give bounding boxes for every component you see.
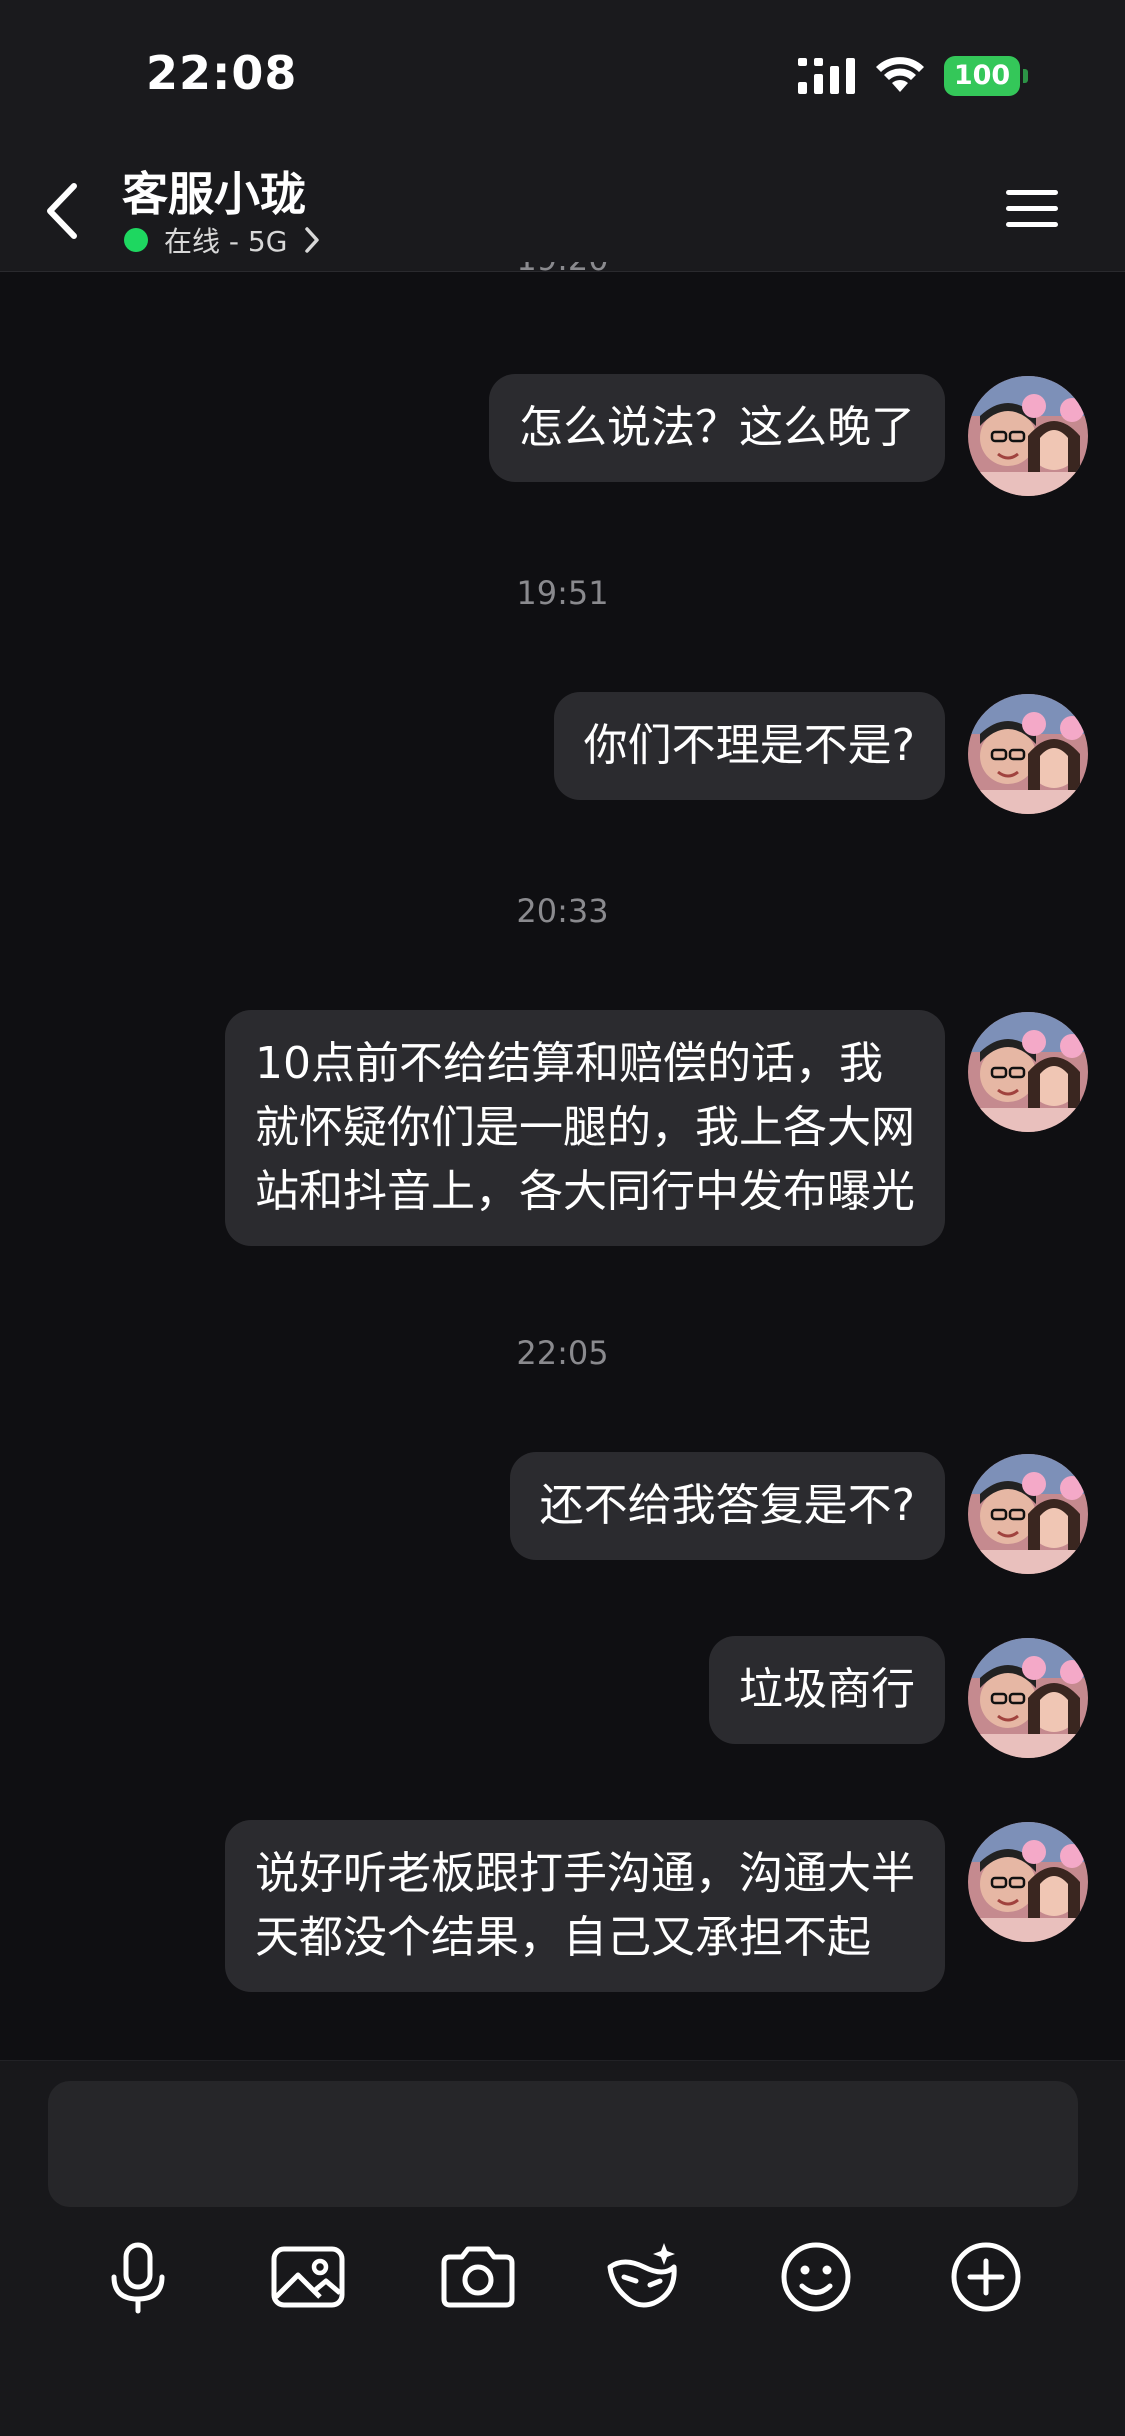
message-text-line: 就怀疑你们是一腿的，我上各大网 (255, 1102, 915, 1153)
battery-cap (1023, 69, 1028, 83)
ai-effects-button[interactable] (604, 2237, 684, 2317)
chat-header: 客服小珑 在线 - 5G (0, 150, 1125, 272)
emoji-icon (781, 2242, 851, 2312)
microphone-icon (111, 2242, 165, 2314)
avatar[interactable] (968, 694, 1088, 814)
camera-icon (441, 2246, 515, 2308)
avatar[interactable] (968, 1638, 1088, 1758)
contact-name[interactable]: 客服小珑 (122, 158, 306, 224)
avatar-image (968, 1012, 1088, 1132)
avatar[interactable] (968, 1454, 1088, 1574)
online-status-text: 在线 - 5G (164, 225, 288, 258)
avatar-image (968, 1454, 1088, 1574)
message-text-line: 天都没个结果，自己又承担不起 (255, 1912, 871, 1963)
message-bubble[interactable]: 说好听老板跟打手沟通，沟通大半 天都没个结果，自己又承担不起 (225, 1820, 945, 1992)
timestamp: 20:33 (516, 892, 609, 930)
avatar-image (968, 376, 1088, 496)
chat-screen: 22:08 100 客服小珑 在线 - 5G 怎么说法？这么晚了 19:51 你… (0, 0, 1125, 2436)
avatar[interactable] (968, 376, 1088, 496)
emoji-button[interactable] (776, 2237, 856, 2317)
image-icon (271, 2246, 345, 2308)
avatar[interactable] (968, 1822, 1088, 1942)
plus-icon (951, 2242, 1021, 2312)
more-button[interactable] (946, 2237, 1026, 2317)
message-text: 还不给我答复是不? (539, 1480, 915, 1531)
chevron-right-icon (305, 227, 320, 253)
timestamp-partial: 19:20 (0, 262, 1125, 292)
message-input[interactable] (48, 2081, 1078, 2207)
battery-indicator: 100 (944, 56, 1028, 96)
camera-button[interactable] (438, 2237, 518, 2317)
online-dot (124, 228, 148, 252)
message-bubble[interactable]: 怎么说法？这么晚了 (489, 374, 945, 482)
cellular-signal-icon (798, 58, 855, 94)
timestamp: 22:05 (516, 1334, 609, 1372)
avatar-image (968, 1638, 1088, 1758)
online-status[interactable]: 在线 - 5G (124, 222, 323, 258)
message-bubble[interactable]: 还不给我答复是不? (509, 1452, 945, 1560)
battery-level: 100 (953, 60, 1011, 91)
message-text-line: 站和抖音上，各大同行中发布曝光 (255, 1166, 915, 1217)
message-text: 怎么说法？这么晚了 (519, 402, 915, 453)
message-text-line: 10点前不给结算和赔偿的话，我 (255, 1038, 883, 1089)
timestamp: 19:51 (516, 574, 609, 612)
avatar-image (968, 1822, 1088, 1942)
avatar-image (968, 694, 1088, 814)
message-bubble[interactable]: 你们不理是不是? (553, 692, 945, 800)
message-bubble[interactable]: 10点前不给结算和赔偿的话，我 就怀疑你们是一腿的，我上各大网 站和抖音上，各大… (225, 1010, 945, 1246)
message-text-line: 说好听老板跟打手沟通，沟通大半 (255, 1848, 915, 1899)
status-bar: 22:08 100 (0, 0, 1125, 150)
timestamp-partial-text: 19:20 (516, 262, 608, 278)
message-text: 垃圾商行 (739, 1664, 915, 1715)
avatar[interactable] (968, 1012, 1088, 1132)
voice-button[interactable] (98, 2237, 178, 2317)
wifi-icon (876, 57, 924, 92)
status-time: 22:08 (146, 46, 298, 100)
message-bubble[interactable]: 垃圾商行 (709, 1636, 945, 1744)
composer (0, 2060, 1125, 2436)
message-text: 你们不理是不是? (583, 720, 915, 771)
gallery-button[interactable] (268, 2237, 348, 2317)
menu-icon[interactable] (1004, 184, 1060, 232)
ai-mask-icon (607, 2243, 677, 2308)
back-arrow-icon[interactable] (38, 176, 88, 246)
